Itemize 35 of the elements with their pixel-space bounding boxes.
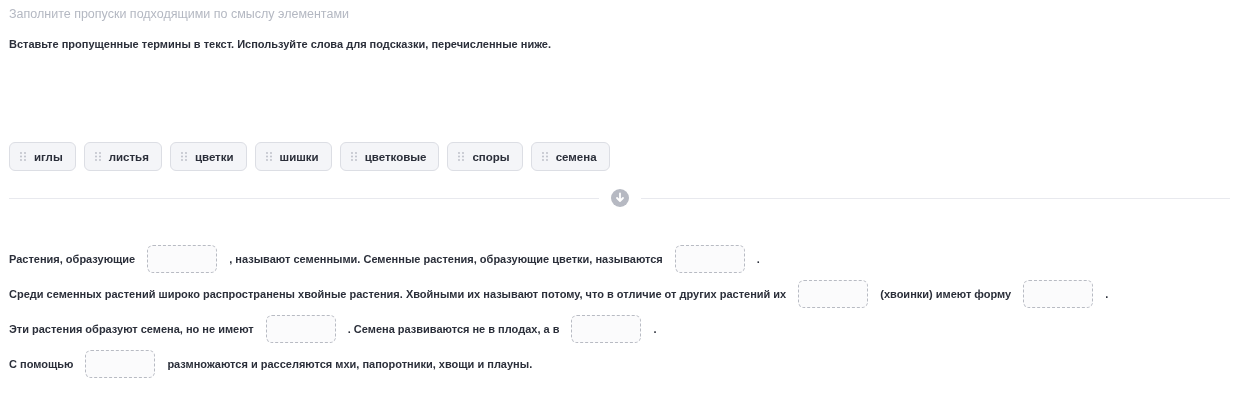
word-chip[interactable]: споры xyxy=(447,142,523,171)
word-chip[interactable]: цветковые xyxy=(339,142,440,171)
sentence-text: (хвоинки) имеют форму xyxy=(880,288,1012,300)
sentence-text: . xyxy=(1105,288,1109,300)
drag-handle-icon xyxy=(350,152,357,161)
word-chip[interactable]: цветки xyxy=(169,142,247,171)
drop-field[interactable] xyxy=(571,315,642,343)
sentence-text: С помощью xyxy=(9,358,74,370)
instruction-text: Вставьте пропущенные термины в текст. Используйте слова для подсказки, перечисленные ниже. xyxy=(9,38,553,50)
sentence-text: размножаются и расселяются мхи, папоротники, хвощи и плауны. xyxy=(167,358,533,370)
drag-handle-icon xyxy=(180,152,187,161)
exercise-title: Заполните пропуски подходящими по смыслу элементами xyxy=(9,7,350,21)
sentence-text: Среди семенных растений широко распространены хвойные растения. Хвойными их называют потому, что в отличие от других растений их xyxy=(9,288,787,300)
word-chip[interactable]: листья xyxy=(83,142,162,171)
word-chip[interactable]: семена xyxy=(530,142,610,171)
drop-field[interactable] xyxy=(674,245,745,273)
drag-handle-icon xyxy=(541,152,548,161)
drop-field[interactable] xyxy=(1023,280,1094,308)
arrow-down-circle-icon[interactable] xyxy=(610,189,629,207)
sentence-text: Растения, образующие xyxy=(9,253,136,265)
sentence-text: . xyxy=(756,253,760,265)
word-chip[interactable]: шишки xyxy=(254,142,332,171)
sentence-text: Эти растения образуют семена, но не имеют xyxy=(9,323,254,335)
drop-field[interactable] xyxy=(265,315,336,343)
sentence-text: , называют семенными. Семенные растения, образующие цветки, называются xyxy=(229,253,663,265)
drop-field[interactable] xyxy=(85,350,156,378)
drag-handle-icon xyxy=(20,152,26,161)
sentence-text: . xyxy=(653,323,657,335)
drag-handle-icon xyxy=(458,152,465,161)
word-chip[interactable]: иглы xyxy=(9,142,76,171)
drop-field[interactable] xyxy=(798,280,869,308)
drag-handle-icon xyxy=(265,152,272,161)
drop-field[interactable] xyxy=(147,245,218,273)
drag-handle-icon xyxy=(94,152,101,161)
sentence-text: . Семена развиваются не в плодах, а в xyxy=(347,323,560,335)
